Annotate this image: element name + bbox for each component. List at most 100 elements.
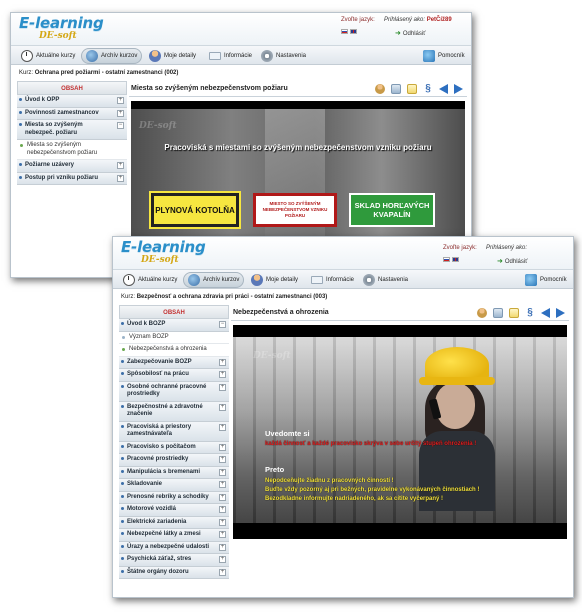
- sidebar-item[interactable]: Motorové vozidlá +: [119, 504, 229, 517]
- expand-icon[interactable]: +: [219, 456, 226, 463]
- sidebar-item-active[interactable]: Úvod k BOZP −: [119, 319, 229, 332]
- nav-help[interactable]: Pomocník: [521, 272, 571, 288]
- sidebar-item[interactable]: Postup pri vzniku požiaru +: [17, 172, 127, 185]
- expand-icon[interactable]: +: [219, 506, 226, 513]
- sidebar-item[interactable]: Pracovisko s počítačom +: [119, 441, 229, 454]
- sidebar-item[interactable]: Nebezpečné látky a zmesi +: [119, 529, 229, 542]
- course-name: Ochrana pred požiarmi - ostatní zamestna…: [34, 70, 179, 76]
- logo[interactable]: E-learning: [121, 238, 206, 256]
- next-arrow-icon[interactable]: [454, 84, 463, 94]
- expand-icon[interactable]: +: [117, 162, 124, 169]
- bullet-icon: [121, 544, 124, 548]
- book-icon[interactable]: [493, 308, 503, 318]
- book-icon[interactable]: [391, 84, 401, 94]
- bullet-icon: [19, 175, 22, 179]
- sidebar-item[interactable]: Povinnosti zamestnancov +: [17, 107, 127, 120]
- sidebar-subitem-active[interactable]: Nebezpečenstvá a ohrozenia: [119, 344, 229, 357]
- bullet-icon: [121, 384, 124, 388]
- expand-icon[interactable]: +: [219, 568, 226, 576]
- logout-link[interactable]: ➜ Odhlásiť: [395, 29, 425, 37]
- sidebar-item[interactable]: Bezpečnostné a zdravotné značenie +: [119, 401, 229, 422]
- previous-arrow-icon[interactable]: [541, 308, 550, 318]
- flag-en-icon[interactable]: [452, 257, 459, 262]
- sidebar: OBSAH Úvod k OPP + Povinnosti zamestnanco…: [17, 81, 127, 273]
- sidebar-item[interactable]: Osobné ochranné pracovné prostriedky +: [119, 381, 229, 402]
- expand-icon[interactable]: +: [219, 468, 226, 476]
- nav-my-details[interactable]: Moje detaily: [145, 48, 200, 64]
- sidebar-item[interactable]: Prenosné rebríky a schodíky +: [119, 491, 229, 504]
- expand-icon[interactable]: +: [117, 97, 124, 104]
- sidebar-subitem[interactable]: Význam BOZP: [119, 331, 229, 344]
- nav-settings[interactable]: Nastavenia: [257, 48, 310, 64]
- sidebar-item-active[interactable]: Miesta so zvýšeným nebezpeč. požiaru −: [17, 120, 127, 140]
- expand-icon[interactable]: +: [219, 443, 226, 451]
- sidebar-item[interactable]: Zabezpečovanie BOZP +: [119, 356, 229, 369]
- sidebar-item[interactable]: Štátne orgány dozoru +: [119, 566, 229, 579]
- sidebar-item[interactable]: Úrazy a nebezpečné udalosti +: [119, 541, 229, 554]
- sidebar-item[interactable]: Skladovanie +: [119, 479, 229, 492]
- sign-flammable-storage: SKLAD HORĽAVÝCH KVAPALÍN: [349, 193, 435, 227]
- nav-settings[interactable]: Nastavenia: [359, 272, 412, 288]
- expand-icon[interactable]: +: [219, 531, 226, 538]
- previous-arrow-icon[interactable]: [439, 84, 448, 94]
- expand-icon[interactable]: +: [219, 403, 226, 411]
- expand-icon[interactable]: +: [219, 481, 226, 488]
- sidebar-item[interactable]: Požiarne uzávery +: [17, 160, 127, 173]
- header: E-learning DE-soft Zvoľte jazyk: Prihlás…: [113, 237, 573, 269]
- collapse-icon[interactable]: −: [117, 122, 124, 129]
- sidebar-subitem[interactable]: Miesta so zvýšeným nebezpečenstvom požia…: [17, 140, 127, 160]
- logo[interactable]: E-learning: [19, 14, 104, 32]
- video-player[interactable]: DE-soft Uvedomte si každá činnosť a každ…: [233, 325, 567, 539]
- bullet-icon: [121, 404, 124, 408]
- bullet-icon: [121, 557, 124, 560]
- notes-icon[interactable]: [407, 84, 417, 94]
- sidebar-item[interactable]: Pracovné prostriedky +: [119, 454, 229, 467]
- sidebar-item-label: Manipulácia s bremenami: [127, 468, 201, 475]
- collapse-icon[interactable]: −: [219, 321, 226, 328]
- sidebar-item[interactable]: Úvod k OPP +: [17, 95, 127, 108]
- course-line: Kurz: Bezpečnosť a ochrana zdravia pri p…: [113, 291, 573, 303]
- sidebar-item[interactable]: Spôsobilosť na prácu +: [119, 369, 229, 382]
- nav-current-courses[interactable]: Aktuálne kurzy: [17, 48, 79, 64]
- expand-icon[interactable]: +: [219, 543, 226, 551]
- archive-icon: [86, 50, 98, 62]
- sidebar-item-label: Elektrické zariadenia: [127, 518, 187, 525]
- expand-icon[interactable]: +: [219, 556, 226, 563]
- bullet-icon: [121, 359, 124, 363]
- paragraph-icon[interactable]: §: [525, 308, 535, 318]
- language-flags: [443, 257, 459, 262]
- expand-icon[interactable]: +: [219, 371, 226, 378]
- expand-icon[interactable]: +: [219, 518, 226, 526]
- sidebar-item[interactable]: Pracoviská a priestory zamestnávateľa +: [119, 421, 229, 442]
- expand-icon[interactable]: +: [117, 109, 124, 117]
- sidebar-item[interactable]: Elektrické zariadenia +: [119, 516, 229, 529]
- nav-info[interactable]: Informácie: [307, 272, 358, 288]
- expand-icon[interactable]: +: [117, 174, 124, 182]
- flag-en-icon[interactable]: [350, 29, 357, 34]
- flag-sk-icon[interactable]: [341, 29, 348, 34]
- expand-icon[interactable]: +: [219, 383, 226, 391]
- next-arrow-icon[interactable]: [556, 308, 565, 318]
- nav-my-details[interactable]: Moje detaily: [247, 272, 302, 288]
- bullet-icon: [121, 507, 124, 510]
- lecturer-icon[interactable]: [477, 308, 487, 318]
- nav-course-archive[interactable]: Archív kurzov: [183, 272, 245, 288]
- nav-info[interactable]: Informácie: [205, 48, 256, 64]
- notes-icon[interactable]: [509, 308, 519, 318]
- bullet-icon: [121, 424, 124, 428]
- sidebar-item[interactable]: Psychická záťaž, stres +: [119, 554, 229, 567]
- paragraph-icon[interactable]: §: [423, 84, 433, 94]
- bullet-icon: [19, 123, 22, 126]
- person-icon: [149, 50, 161, 62]
- nav-course-archive[interactable]: Archív kurzov: [81, 48, 143, 64]
- expand-icon[interactable]: +: [219, 358, 226, 366]
- nav-help[interactable]: Pomocník: [419, 48, 469, 64]
- clock-icon: [21, 50, 33, 62]
- logout-link[interactable]: ➜ Odhlásiť: [497, 257, 527, 265]
- nav-current-courses[interactable]: Aktuálne kurzy: [119, 272, 181, 288]
- expand-icon[interactable]: +: [219, 423, 226, 431]
- sidebar-item[interactable]: Manipulácia s bremenami +: [119, 466, 229, 479]
- flag-sk-icon[interactable]: [443, 257, 450, 262]
- lecturer-icon[interactable]: [375, 84, 385, 94]
- expand-icon[interactable]: +: [219, 493, 226, 501]
